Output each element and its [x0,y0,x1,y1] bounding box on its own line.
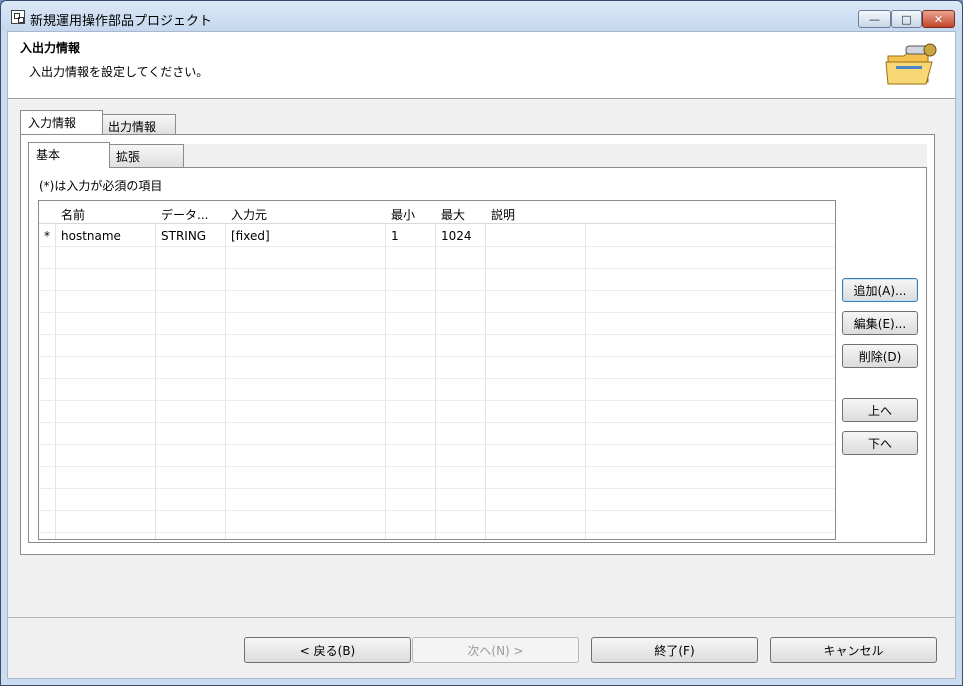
row-divider [39,312,835,313]
row-divider [39,290,835,291]
tab-strip-filler [184,144,927,167]
page-title: 入出力情報 [20,41,81,55]
cell-datatype: STRING [161,229,207,243]
cell-max: 1024 [441,229,472,243]
cell-source: [fixed] [231,229,270,243]
table-header: 名前 データ... 入力元 最小 最大 説明 [39,201,835,224]
maximize-button[interactable]: □ [891,10,922,28]
dialog-client-area: 入出力情報 入出力情報を設定してください。 入力情報 出力情報 基本 拡張 (*… [7,31,956,679]
row-divider [39,466,835,467]
title-bar[interactable]: 新規運用操作部品プロジェクト — □ ✕ [1,1,962,31]
wizard-window: 新規運用操作部品プロジェクト — □ ✕ 入出力情報 入出力情報を設定してくださ… [0,0,963,686]
row-divider [39,400,835,401]
cell-name: hostname [61,229,121,243]
cell-min: 1 [391,229,399,243]
minimize-button[interactable]: — [858,10,891,28]
window-title: 新規運用操作部品プロジェクト [30,14,213,29]
move-down-button[interactable]: 下へ [842,431,918,455]
column-header-min[interactable]: 最小 [391,206,415,223]
column-header-name[interactable]: 名前 [61,206,85,223]
column-header-source[interactable]: 入力元 [231,206,267,223]
tab-basic[interactable]: 基本 [28,142,110,168]
close-button[interactable]: ✕ [922,10,955,28]
row-divider [39,488,835,489]
folder-icon [885,43,937,85]
row-divider [39,246,835,247]
row-divider [39,422,835,423]
basic-panel: (*)は入力が必須の項目 名前 データ... 入力元 最小 最大 説明 * ho… [28,167,927,543]
next-button[interactable]: 次へ(N) > [412,637,579,663]
row-divider [39,510,835,511]
row-divider [39,268,835,269]
row-divider [39,444,835,445]
back-button[interactable]: < 戻る(B) [244,637,411,663]
cancel-button[interactable]: キャンセル [770,637,937,663]
app-icon [11,10,25,24]
tab-output-info[interactable]: 出力情報 [102,114,176,135]
input-info-panel: 基本 拡張 (*)は入力が必須の項目 名前 データ... 入力元 最小 最大 説… [20,134,935,555]
row-divider [39,532,835,533]
delete-button[interactable]: 削除(D) [842,344,918,368]
add-button[interactable]: 追加(A)... [842,278,918,302]
column-header-datatype[interactable]: データ... [161,206,208,223]
row-divider [39,378,835,379]
row-divider [39,334,835,335]
column-header-max[interactable]: 最大 [441,206,465,223]
finish-button[interactable]: 終了(F) [591,637,758,663]
tab-extended[interactable]: 拡張 [109,144,184,168]
page-description: 入出力情報を設定してください。 [29,65,209,79]
header-banner: 入出力情報 入出力情報を設定してください。 [8,32,955,99]
edit-button[interactable]: 編集(E)... [842,311,918,335]
required-marker: * [44,229,50,243]
footer-separator [8,617,955,618]
input-params-table[interactable]: 名前 データ... 入力元 最小 最大 説明 * hostname STRING… [38,200,836,540]
row-divider [39,356,835,357]
tab-input-info[interactable]: 入力情報 [20,110,103,134]
move-up-button[interactable]: 上へ [842,398,918,422]
table-row[interactable]: * hostname STRING [fixed] 1 1024 [39,224,835,246]
required-note: (*)は入力が必須の項目 [39,179,163,193]
column-header-description[interactable]: 説明 [491,206,515,223]
